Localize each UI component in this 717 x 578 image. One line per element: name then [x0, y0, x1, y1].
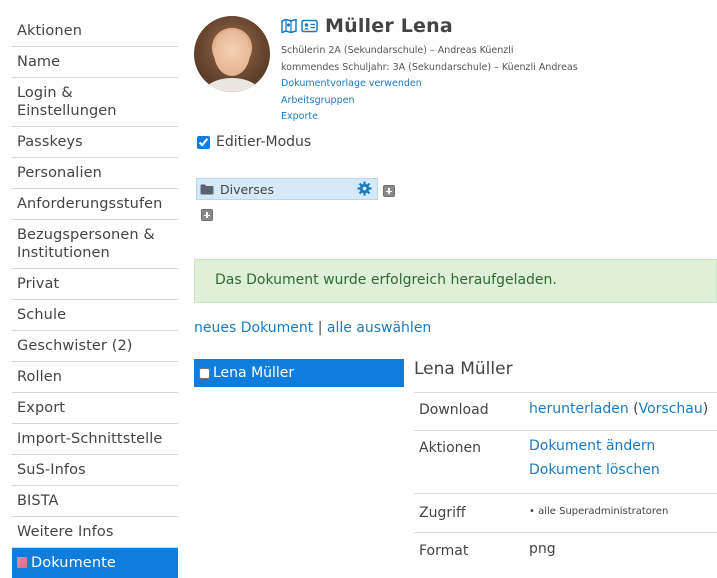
sidebar-item-bista[interactable]: BISTA [12, 486, 178, 517]
add-subfolder-button[interactable] [383, 185, 395, 197]
access-row: Zugriff • alle Superadministratoren [414, 493, 717, 532]
download-row: Download herunterladen (Vorschau) [414, 392, 717, 430]
map-icon[interactable] [281, 18, 297, 34]
access-label: Zugriff [419, 505, 466, 521]
sidebar-item-dokumente[interactable]: Dokumente [12, 548, 178, 578]
sidebar-item-privat[interactable]: Privat [12, 269, 178, 300]
folder-item[interactable]: Diverses [196, 178, 378, 200]
document-list-item[interactable]: Lena Müller [194, 359, 404, 387]
preview-link[interactable]: Vorschau [639, 401, 703, 417]
edit-mode-label: Editier-Modus [216, 134, 312, 150]
document-actions: neues Dokument | alle auswählen [194, 320, 431, 336]
select-all-link[interactable]: alle auswählen [327, 320, 431, 336]
sidebar-item-import[interactable]: Import-Schnittstelle [12, 424, 178, 455]
folder-icon [200, 180, 214, 199]
format-row: Format png [414, 532, 717, 563]
actions-value: Dokument ändern Dokument löschen [524, 431, 665, 493]
sidebar-item-weitere-infos[interactable]: Weitere Infos [12, 517, 178, 548]
new-document-link[interactable]: neues Dokument [194, 320, 313, 336]
document-title: Lena Müller [414, 359, 513, 379]
use-template-link[interactable]: Dokumentvorlage verwenden [281, 76, 578, 93]
id-card-icon[interactable] [301, 18, 318, 34]
success-alert: Das Dokument wurde erfolgreich heraufgel… [194, 259, 717, 303]
sidebar-item-schule[interactable]: Schule [12, 300, 178, 331]
download-value: herunterladen (Vorschau) [524, 393, 713, 430]
avatar-shirt [204, 78, 260, 92]
download-link[interactable]: herunterladen [529, 401, 629, 417]
access-value: • alle Superadministratoren [529, 506, 669, 517]
document-icon [17, 557, 27, 568]
actions-row: Aktionen Dokument ändern Dokument lösche… [414, 430, 717, 493]
sidebar-nav: Aktionen Name Login & Einstellungen Pass… [12, 16, 178, 578]
download-label: Download [419, 402, 489, 418]
gear-icon[interactable] [357, 181, 372, 200]
document-detail-table: Download herunterladen (Vorschau) Aktion… [414, 392, 717, 563]
sidebar-item-export[interactable]: Export [12, 393, 178, 424]
sidebar-item-anforderungsstufen[interactable]: Anforderungsstufen [12, 189, 178, 220]
sidebar-item-geschwister[interactable]: Geschwister (2) [12, 331, 178, 362]
format-label: Format [419, 543, 469, 559]
profile-header: Müller Lena Schülerin 2A (Sekundarschule… [281, 14, 578, 126]
sidebar-item-rollen[interactable]: Rollen [12, 362, 178, 393]
document-checkbox[interactable] [199, 367, 210, 379]
document-list: Lena Müller [194, 359, 404, 387]
sidebar-item-aktionen[interactable]: Aktionen [12, 16, 178, 47]
actions-label: Aktionen [419, 440, 481, 456]
sidebar-item-bezugspersonen[interactable]: Bezugspersonen & Institutionen [12, 220, 178, 269]
person-name: Müller Lena [325, 15, 453, 37]
avatar-face [214, 30, 250, 76]
sidebar-item-personalien[interactable]: Personalien [12, 158, 178, 189]
actions-separator: | [317, 320, 323, 336]
sidebar-item-passkeys[interactable]: Passkeys [12, 127, 178, 158]
document-label: Lena Müller [213, 365, 295, 381]
title-row: Müller Lena [281, 14, 578, 38]
edit-mode-toggle[interactable]: Editier-Modus [197, 134, 311, 150]
add-folder-button[interactable] [201, 209, 213, 221]
class-info: Schülerin 2A (Sekundarschule) – Andreas … [281, 45, 514, 56]
workgroups-link[interactable]: Arbeitsgruppen [281, 93, 578, 110]
avatar [194, 16, 270, 92]
next-year-info: kommendes Schuljahr: 3A (Sekundarschule)… [281, 61, 578, 73]
edit-mode-checkbox[interactable] [197, 135, 210, 149]
success-alert-text: Das Dokument wurde erfolgreich heraufgel… [215, 272, 557, 288]
edit-document-link[interactable]: Dokument ändern [529, 434, 660, 458]
sidebar-item-name[interactable]: Name [12, 47, 178, 78]
format-value: png [529, 541, 556, 557]
sidebar-item-sus-infos[interactable]: SuS-Infos [12, 455, 178, 486]
delete-document-link[interactable]: Dokument löschen [529, 458, 660, 482]
preview-close-paren: ) [702, 401, 709, 417]
folder-label: Diverses [220, 181, 275, 197]
sidebar-item-login-settings[interactable]: Login & Einstellungen [12, 78, 178, 127]
exports-link[interactable]: Exporte [281, 109, 578, 126]
sidebar-item-label: Dokumente [31, 555, 116, 571]
